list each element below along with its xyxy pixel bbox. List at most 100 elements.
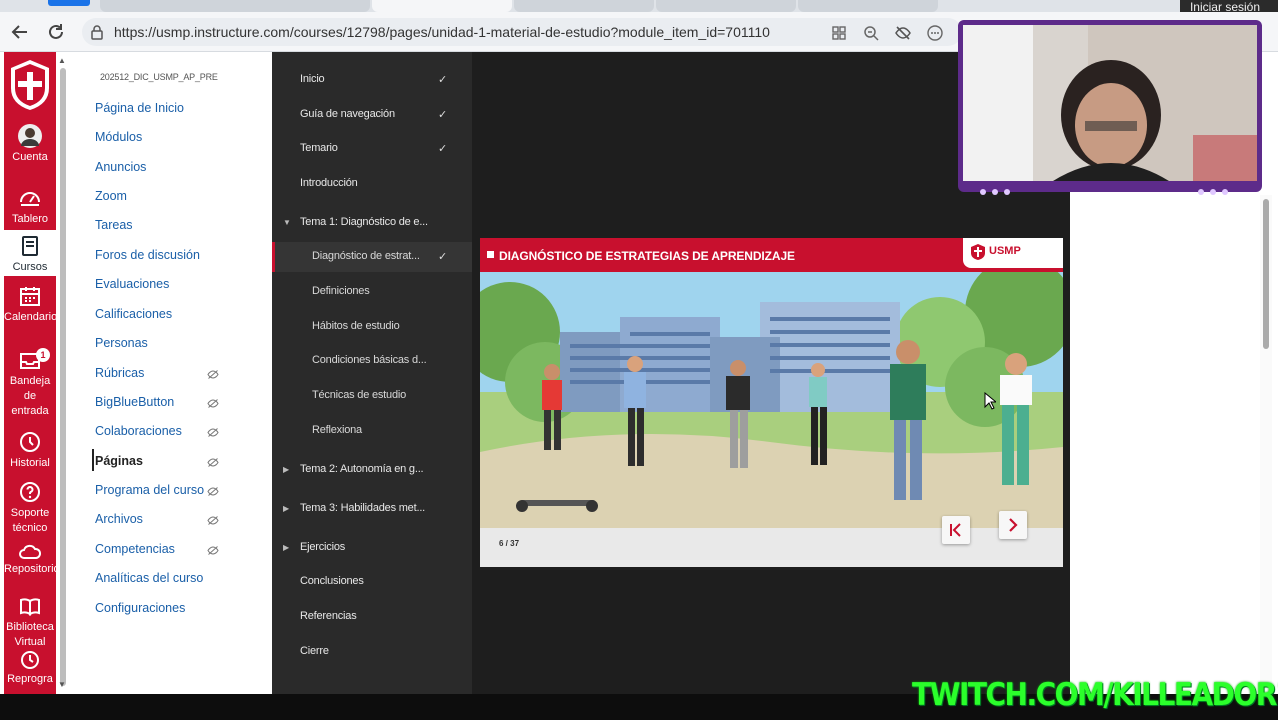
url-text[interactable]: https://usmp.instructure.com/courses/127…	[114, 24, 770, 40]
slide-title: DIAGNÓSTICO DE ESTRATEGIAS DE APRENDIZAJ…	[499, 249, 795, 263]
nav-account[interactable]: Cuenta	[4, 124, 56, 165]
module-item[interactable]: Cierre	[300, 645, 329, 657]
right-panel	[1070, 195, 1260, 694]
screen: Iniciar sesión https://usmp.instructure.…	[0, 0, 1278, 720]
caret-right-icon[interactable]: ▶	[283, 543, 289, 552]
course-nav-item[interactable]: Competencias	[95, 542, 175, 556]
course-nav-item[interactable]: Calificaciones	[95, 307, 172, 321]
module-item[interactable]: Temario	[300, 142, 338, 154]
webcam-dots-left	[980, 182, 1016, 195]
nav-library[interactable]: Biblioteca Virtual	[4, 594, 56, 650]
history-icon	[20, 432, 40, 452]
mouse-cursor-icon	[984, 392, 996, 410]
address-bar[interactable]: https://usmp.instructure.com/courses/127…	[82, 18, 962, 46]
nav-calendar-label: Calendario	[4, 311, 58, 323]
nav-history-label: Historial	[10, 457, 50, 469]
caret-right-icon[interactable]: ▶	[283, 504, 289, 513]
hidden-eye-icon[interactable]	[207, 428, 219, 437]
course-nav-item[interactable]: Colaboraciones	[95, 424, 182, 438]
module-item[interactable]: Conclusiones	[300, 575, 364, 587]
course-nav-item[interactable]: BigBlueButton	[95, 395, 174, 409]
nav-courses[interactable]: Cursos	[4, 230, 56, 276]
site-info-icon[interactable]	[90, 24, 104, 40]
browser-tab[interactable]	[798, 0, 938, 12]
presentation-slide: DIAGNÓSTICO DE ESTRATEGIAS DE APRENDIZAJ…	[480, 238, 1063, 567]
account-avatar	[18, 124, 42, 148]
nav-history[interactable]: Historial	[4, 430, 56, 471]
course-nav-item[interactable]: Programa del curso	[95, 483, 204, 497]
nav-reprogram[interactable]: Reprogra	[4, 650, 56, 687]
page-scroll-thumb[interactable]	[1263, 199, 1269, 349]
page-scrollbar[interactable]	[1260, 195, 1272, 694]
caret-right-icon[interactable]: ▶	[283, 465, 289, 474]
module-item[interactable]: Guía de navegación	[300, 108, 395, 120]
module-item[interactable]: Referencias	[300, 610, 357, 622]
browser-tab[interactable]	[100, 0, 370, 12]
nav-inbox-label: Bandeja de entrada	[9, 375, 51, 417]
course-nav-item[interactable]: Página de Inicio	[95, 101, 184, 115]
module-item[interactable]: Tema 3: Habilidades met...	[300, 502, 425, 514]
scroll-down-icon[interactable]: ▼	[58, 680, 66, 689]
eye-off-icon[interactable]	[894, 24, 912, 42]
course-nav-item[interactable]: Analíticas del curso	[95, 571, 203, 585]
zoom-icon[interactable]	[862, 24, 880, 42]
courses-icon	[22, 236, 38, 256]
nav-inbox[interactable]: 1 Bandeja de entrada	[4, 348, 56, 419]
module-subitem[interactable]: Definiciones	[312, 285, 370, 297]
scroll-up-icon[interactable]: ▲	[58, 56, 66, 65]
hidden-eye-icon[interactable]	[207, 546, 219, 555]
hidden-eye-icon[interactable]	[207, 399, 219, 408]
module-subitem[interactable]: Reflexiona	[312, 424, 362, 436]
course-nav-item[interactable]: Páginas	[95, 454, 143, 468]
usmp-logo[interactable]	[7, 58, 53, 112]
course-nav-item[interactable]: Rúbricas	[95, 366, 144, 380]
browser-tab-active[interactable]	[372, 0, 512, 12]
course-nav-item[interactable]: Evaluaciones	[95, 277, 169, 291]
browser-tab[interactable]	[656, 0, 796, 12]
course-nav-item[interactable]: Módulos	[95, 130, 142, 144]
more-icon[interactable]	[926, 24, 944, 42]
reload-button[interactable]	[44, 20, 68, 44]
module-subitem[interactable]: Hábitos de estudio	[312, 320, 400, 332]
scroll-thumb[interactable]	[60, 68, 66, 686]
back-arrow-icon	[11, 25, 27, 39]
course-nav-item[interactable]: Personas	[95, 336, 148, 350]
apps-icon[interactable]	[830, 24, 848, 42]
module-item[interactable]: Inicio	[300, 73, 325, 85]
module-item[interactable]: Tema 1: Diagnóstico de e...	[300, 216, 428, 228]
hidden-eye-icon[interactable]	[207, 458, 219, 467]
back-button[interactable]	[8, 20, 32, 44]
check-icon: ✓	[438, 109, 448, 121]
nav-repository[interactable]: Repositorio	[4, 542, 60, 577]
hidden-eye-icon[interactable]	[207, 516, 219, 525]
global-nav-scrollbar[interactable]: ▲ ▼	[56, 52, 70, 694]
nav-calendar[interactable]: Calendario	[4, 284, 58, 325]
caret-down-icon[interactable]: ▼	[283, 218, 291, 227]
hidden-eye-icon[interactable]	[207, 370, 219, 379]
module-subitem[interactable]: Condiciones básicas d...	[312, 354, 427, 366]
course-nav-item[interactable]: Foros de discusión	[95, 248, 200, 262]
module-subitem[interactable]: Diagnóstico de estrat...	[312, 250, 420, 262]
module-item[interactable]: Ejercicios	[300, 541, 345, 553]
module-subitem[interactable]: Técnicas de estudio	[312, 389, 406, 401]
nav-help-label: Soporte técnico	[10, 507, 50, 534]
slide-next-button[interactable]	[999, 511, 1027, 539]
nav-dashboard[interactable]: Tablero	[4, 186, 56, 227]
slide-logo-text: USMP	[989, 245, 1021, 257]
course-nav-item[interactable]: Configuraciones	[95, 601, 185, 615]
nav-help[interactable]: Soporte técnico	[4, 480, 56, 536]
nav-dashboard-label: Tablero	[11, 213, 49, 225]
slide-first-button[interactable]	[942, 516, 970, 544]
course-nav-item[interactable]: Zoom	[95, 189, 127, 203]
module-item[interactable]: Tema 2: Autonomía en g...	[300, 463, 424, 475]
hidden-eye-icon[interactable]	[207, 487, 219, 496]
course-nav-item[interactable]: Archivos	[95, 512, 143, 526]
browser-tab[interactable]	[514, 0, 654, 12]
course-nav-item[interactable]: Tareas	[95, 218, 133, 232]
active-tab-indicator	[48, 0, 90, 6]
slide-header: DIAGNÓSTICO DE ESTRATEGIAS DE APRENDIZAJ…	[480, 238, 1063, 272]
chevron-right-icon	[1009, 518, 1018, 532]
check-icon: ✓	[438, 251, 448, 263]
course-nav-item[interactable]: Anuncios	[95, 160, 146, 174]
module-item[interactable]: Introducción	[300, 177, 358, 189]
